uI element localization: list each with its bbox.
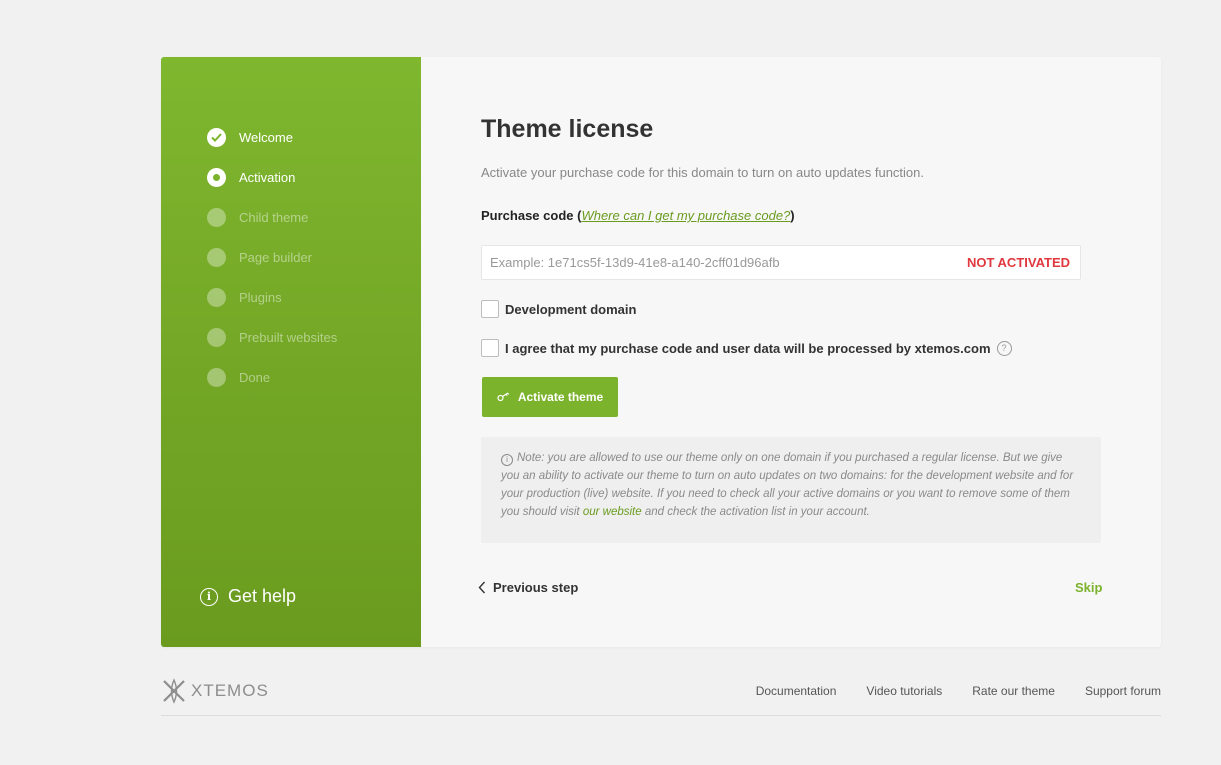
page-title: Theme license	[481, 115, 654, 143]
pending-step-icon	[207, 327, 226, 347]
note-text-after: and check the activation list in your ac…	[641, 506, 870, 518]
purchase-code-label: Purchase code (Where can I get my purcha…	[481, 208, 795, 223]
step-done[interactable]: Done	[207, 357, 337, 397]
pending-step-icon	[207, 207, 226, 227]
footer: XTEMOS Documentation Video tutorials Rat…	[161, 676, 1161, 716]
xtemos-logo[interactable]: XTEMOS	[161, 678, 269, 704]
step-label: Page builder	[239, 249, 312, 265]
question-circle-icon[interactable]: ?	[996, 340, 1012, 356]
pending-step-icon	[207, 367, 226, 387]
previous-step-button[interactable]: Previous step	[478, 580, 578, 595]
info-icon: i	[501, 454, 513, 466]
video-tutorials-link[interactable]: Video tutorials	[866, 684, 942, 698]
get-help-link[interactable]: i Get help	[200, 586, 296, 607]
logo-text: XTEMOS	[191, 681, 269, 700]
key-icon	[497, 392, 510, 402]
footer-links: Documentation Video tutorials Rate our t…	[756, 684, 1161, 698]
info-circle-icon: i	[200, 587, 218, 606]
purchase-code-help-link[interactable]: Where can I get my purchase code?	[581, 208, 790, 223]
chevron-left-icon	[478, 581, 486, 594]
step-child-theme[interactable]: Child theme	[207, 197, 337, 237]
check-icon	[207, 127, 226, 147]
step-prebuilt-websites[interactable]: Prebuilt websites	[207, 317, 337, 357]
pending-step-icon	[207, 287, 226, 307]
agree-option: I agree that my purchase code and user d…	[481, 339, 1012, 357]
documentation-link[interactable]: Documentation	[756, 684, 837, 698]
page-subtitle: Activate your purchase code for this dom…	[481, 165, 924, 180]
pending-step-icon	[207, 247, 226, 267]
step-activation[interactable]: Activation	[207, 157, 337, 197]
setup-wizard: Welcome Activation Child theme Page buil…	[161, 57, 1161, 647]
step-plugins[interactable]: Plugins	[207, 277, 337, 317]
step-label: Activation	[239, 169, 296, 185]
license-note: i Note: you are allowed to use our theme …	[481, 437, 1101, 543]
rate-our-theme-link[interactable]: Rate our theme	[972, 684, 1055, 698]
activate-theme-label: Activate theme	[517, 390, 604, 404]
activation-status-badge: NOT ACTIVATED	[966, 255, 1070, 270]
activate-theme-button[interactable]: Activate theme	[482, 377, 618, 417]
purchase-code-box: NOT ACTIVATED	[481, 245, 1081, 280]
main-content: Theme license Activate your purchase cod…	[421, 57, 1161, 647]
our-website-link[interactable]: our website	[583, 506, 642, 518]
step-label: Child theme	[239, 209, 309, 225]
step-label: Done	[239, 369, 271, 385]
xtemos-logo-icon	[161, 678, 187, 704]
step-label: Plugins	[239, 289, 282, 305]
development-domain-option: Development domain	[481, 300, 636, 318]
agree-label: I agree that my purchase code and user d…	[505, 340, 991, 356]
step-list: Welcome Activation Child theme Page buil…	[207, 117, 337, 397]
step-label: Prebuilt websites	[239, 329, 338, 345]
current-step-icon	[207, 167, 226, 187]
support-forum-link[interactable]: Support forum	[1085, 684, 1161, 698]
step-page-builder[interactable]: Page builder	[207, 237, 337, 277]
development-domain-label: Development domain	[505, 301, 637, 317]
skip-button[interactable]: Skip	[1075, 580, 1102, 595]
get-help-label: Get help	[228, 586, 297, 606]
agree-checkbox[interactable]	[481, 339, 499, 357]
step-label: Welcome	[239, 129, 293, 145]
development-domain-checkbox[interactable]	[481, 300, 499, 318]
sidebar: Welcome Activation Child theme Page buil…	[161, 57, 421, 647]
step-welcome[interactable]: Welcome	[207, 117, 337, 157]
purchase-code-text: Purchase code	[481, 208, 574, 223]
previous-step-label: Previous step	[493, 580, 579, 595]
purchase-code-input[interactable]	[482, 246, 968, 279]
